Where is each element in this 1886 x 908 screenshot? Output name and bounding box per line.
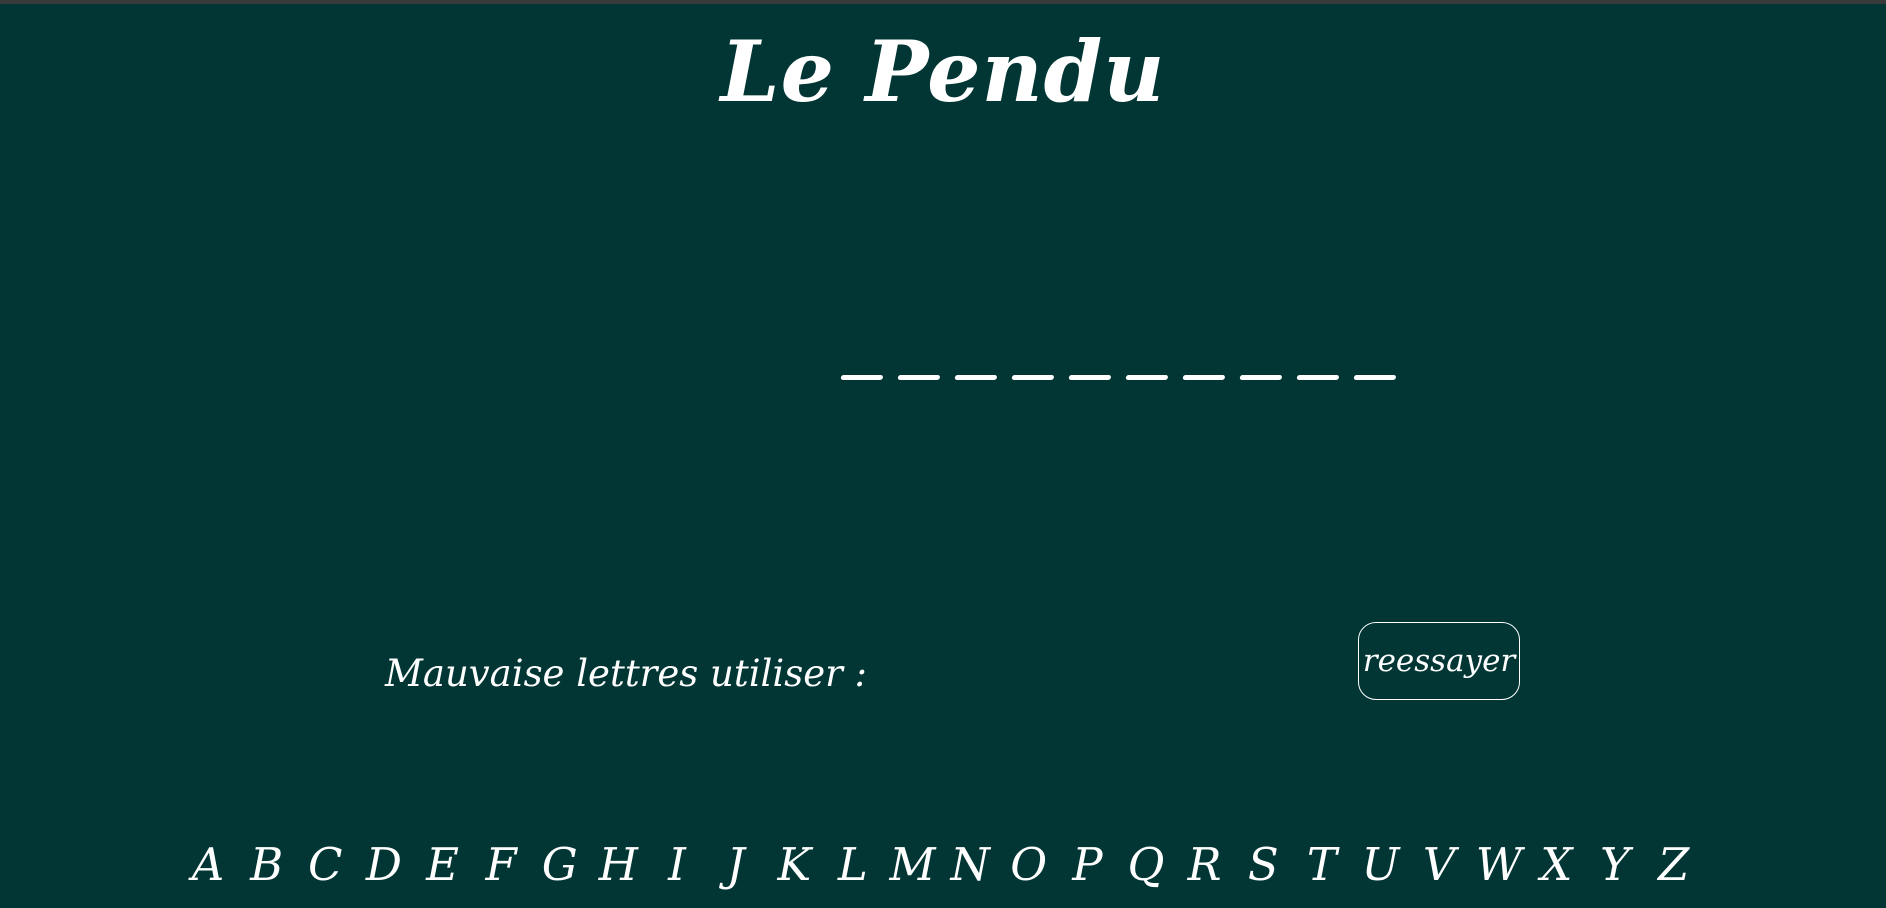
letter-key-k[interactable]: K [772, 835, 816, 895]
letter-key-n[interactable]: N [948, 835, 992, 895]
letter-key-y[interactable]: Y [1593, 835, 1637, 895]
letter-key-f[interactable]: F [479, 835, 523, 895]
letter-blank [1296, 375, 1340, 380]
letter-key-v[interactable]: V [1417, 835, 1461, 895]
letter-key-w[interactable]: W [1476, 835, 1522, 895]
letter-key-r[interactable]: R [1183, 835, 1227, 895]
letter-key-p[interactable]: P [1065, 835, 1109, 895]
letter-key-s[interactable]: S [1241, 835, 1285, 895]
hidden-word [840, 345, 1401, 380]
letter-key-l[interactable]: L [831, 835, 875, 895]
letter-key-a[interactable]: A [186, 835, 230, 895]
letter-blank [954, 375, 998, 380]
letter-blank [1239, 375, 1283, 380]
letter-key-d[interactable]: D [362, 835, 406, 895]
game-title: Le Pendu [720, 22, 1166, 121]
letter-key-z[interactable]: Z [1652, 835, 1696, 895]
letter-key-b[interactable]: B [245, 835, 289, 895]
letter-blank [840, 375, 884, 380]
letter-key-e[interactable]: E [421, 835, 465, 895]
letter-blank [1125, 375, 1169, 380]
letter-keyboard: ABCDEFGHIJKLMNOPQRSTUVWXYZ [186, 835, 1696, 895]
letter-key-h[interactable]: H [596, 835, 640, 895]
letter-blank [1011, 375, 1055, 380]
letter-blank [1182, 375, 1226, 380]
retry-button[interactable]: reessayer [1358, 622, 1520, 700]
wrong-letters-label: Mauvaise lettres utiliser : [385, 652, 868, 695]
letter-key-t[interactable]: T [1300, 835, 1344, 895]
window-top-border [0, 0, 1886, 4]
letter-blank [1353, 375, 1397, 380]
letter-blank [1068, 375, 1112, 380]
letter-key-c[interactable]: C [303, 835, 347, 895]
letter-key-x[interactable]: X [1534, 835, 1578, 895]
letter-key-u[interactable]: U [1359, 835, 1403, 895]
letter-key-j[interactable]: J [714, 835, 758, 895]
letter-key-m[interactable]: M [890, 835, 936, 895]
letter-key-g[interactable]: G [538, 835, 582, 895]
letter-key-q[interactable]: Q [1124, 835, 1168, 895]
letter-blank [897, 375, 941, 380]
letter-key-o[interactable]: O [1007, 835, 1051, 895]
letter-key-i[interactable]: I [655, 835, 699, 895]
